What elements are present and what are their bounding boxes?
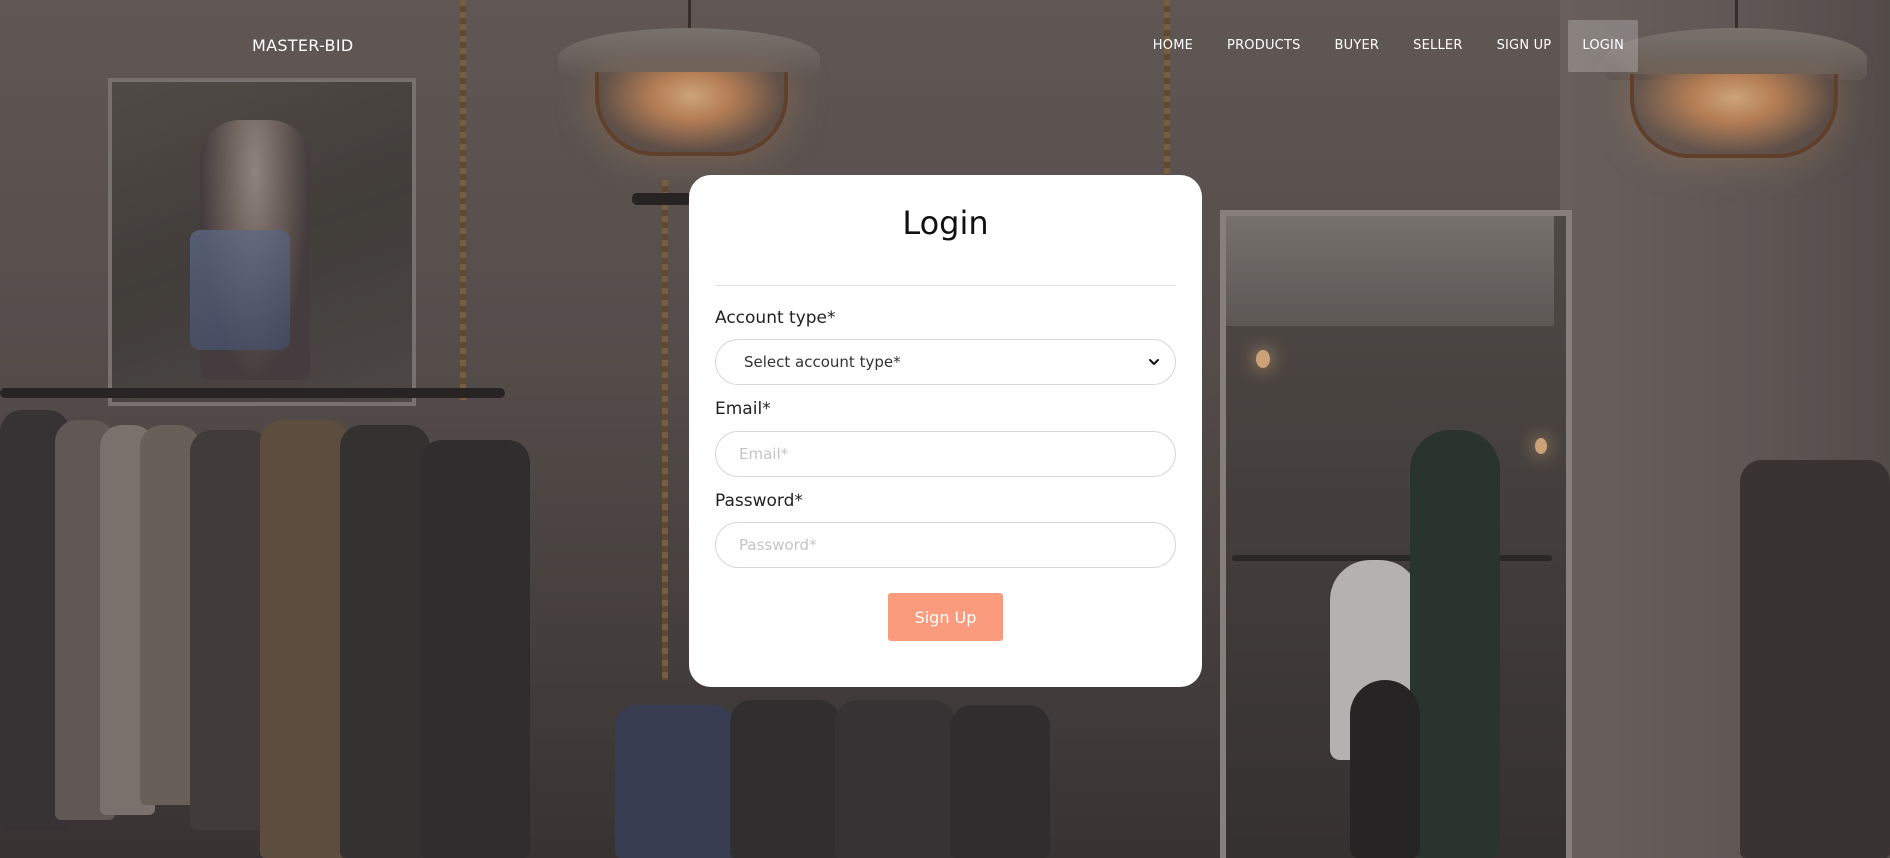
top-navbar: MASTER-BID HOME PRODUCTS BUYER SELLER SI… — [0, 0, 1890, 92]
nav-item-sign-up[interactable]: SIGN UP — [1480, 20, 1569, 72]
email-field[interactable] — [739, 445, 1152, 463]
password-label: Password* — [715, 491, 803, 511]
nav-item-login[interactable]: LOGIN — [1568, 20, 1638, 72]
chevron-down-icon — [1149, 359, 1159, 365]
password-field-wrapper — [715, 522, 1176, 568]
nav-item-products[interactable]: PRODUCTS — [1210, 20, 1318, 72]
account-type-selected-value: Select account type* — [744, 353, 901, 371]
email-label: Email* — [715, 399, 771, 419]
password-field[interactable] — [739, 536, 1152, 554]
nav-item-buyer[interactable]: BUYER — [1318, 20, 1397, 72]
account-type-select[interactable]: Select account type* — [715, 339, 1176, 385]
login-card: Login Account type* Select account type*… — [689, 175, 1202, 687]
title-divider — [715, 285, 1176, 286]
nav-menu: HOME PRODUCTS BUYER SELLER SIGN UP LOGIN — [1136, 20, 1890, 72]
account-type-label: Account type* — [715, 308, 836, 328]
nav-item-home[interactable]: HOME — [1136, 20, 1210, 72]
nav-item-seller[interactable]: SELLER — [1396, 20, 1479, 72]
email-field-wrapper — [715, 431, 1176, 477]
login-title: Login — [902, 204, 989, 242]
brand-logo[interactable]: MASTER-BID — [252, 36, 353, 55]
sign-up-button[interactable]: Sign Up — [888, 593, 1003, 641]
